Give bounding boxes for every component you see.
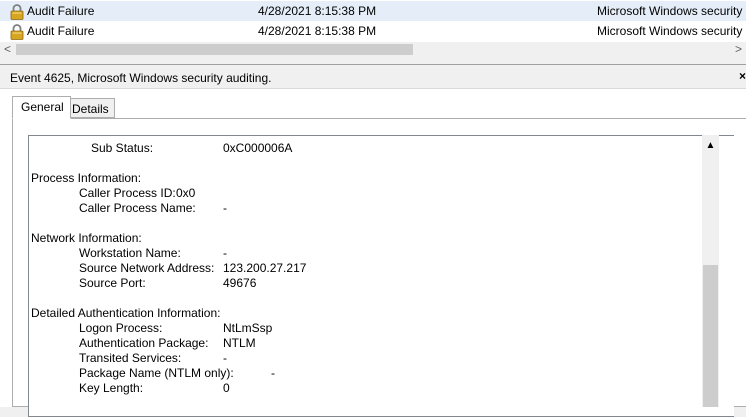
event-source: Microsoft Windows security <box>597 4 743 18</box>
auth-info-heading: Detailed Authentication Information: <box>31 306 221 320</box>
lock-icon <box>10 4 24 20</box>
tab-panel-general: Sub Status: 0xC000006A Process Informati… <box>12 118 746 417</box>
workstation-value: - <box>223 246 227 260</box>
workstation-label: Workstation Name: <box>79 246 181 260</box>
event-level: Audit Failure <box>27 4 95 18</box>
horizontal-scroll-thumb[interactable] <box>16 44 413 55</box>
vertical-scrollbar[interactable]: ▲ <box>702 135 719 407</box>
event-date: 4/28/2021 8:15:38 PM <box>258 4 377 18</box>
auth-package-value: NTLM <box>223 336 256 350</box>
package-name-value: - <box>271 366 275 380</box>
event-description-textbox[interactable]: Sub Status: 0xC000006A Process Informati… <box>28 135 734 417</box>
event-source: Microsoft Windows security <box>597 24 743 38</box>
detail-title: Event 4625, Microsoft Windows security a… <box>10 71 272 85</box>
transited-services-value: - <box>223 351 227 365</box>
source-port-value: 49676 <box>223 276 257 290</box>
network-info-heading: Network Information: <box>31 231 142 245</box>
logon-process-value: NtLmSsp <box>223 321 273 335</box>
vertical-scroll-thumb[interactable] <box>703 265 718 407</box>
event-level: Audit Failure <box>27 24 95 38</box>
caller-pid-value: 0x0 <box>176 186 196 200</box>
detail-header: Event 4625, Microsoft Windows security a… <box>0 65 746 89</box>
caller-pid-label: Caller Process ID: <box>79 186 176 200</box>
process-info-heading: Process Information: <box>31 171 142 185</box>
event-date: 4/28/2021 8:15:38 PM <box>258 24 377 38</box>
caller-name-value: - <box>223 201 227 215</box>
sub-status-value: 0xC000006A <box>223 141 293 155</box>
lock-icon <box>10 24 24 40</box>
logon-process-label: Logon Process: <box>79 321 163 335</box>
event-row[interactable]: Audit Failure 4/28/2021 8:15:38 PM Micro… <box>0 1 746 21</box>
transited-services-label: Transited Services: <box>79 351 182 365</box>
key-length-value: 0 <box>223 381 230 395</box>
horizontal-scrollbar[interactable]: < > <box>0 42 746 57</box>
source-port-label: Source Port: <box>79 276 146 290</box>
scroll-left-icon[interactable]: < <box>0 42 15 57</box>
scroll-up-icon[interactable]: ▲ <box>702 137 719 154</box>
sub-status-label: Sub Status: <box>91 141 154 155</box>
key-length-label: Key Length: <box>79 381 144 395</box>
tab-general[interactable]: General <box>12 96 71 119</box>
auth-package-label: Authentication Package: <box>79 336 209 350</box>
package-name-label: Package Name (NTLM only): <box>79 366 234 380</box>
close-icon[interactable]: × <box>739 69 746 83</box>
source-address-label: Source Network Address: <box>79 261 215 275</box>
source-address-value: 123.200.27.217 <box>223 261 307 275</box>
tab-details[interactable]: Details <box>66 98 115 118</box>
pane-splitter[interactable] <box>0 57 746 65</box>
event-row[interactable]: Audit Failure 4/28/2021 8:15:38 PM Micro… <box>0 21 746 41</box>
event-list: Audit Failure 4/28/2021 8:15:38 PM Micro… <box>0 0 746 42</box>
event-detail-pane: Event 4625, Microsoft Windows security a… <box>0 65 746 417</box>
scroll-right-icon[interactable]: > <box>731 42 746 57</box>
caller-name-label: Caller Process Name: <box>79 201 196 215</box>
